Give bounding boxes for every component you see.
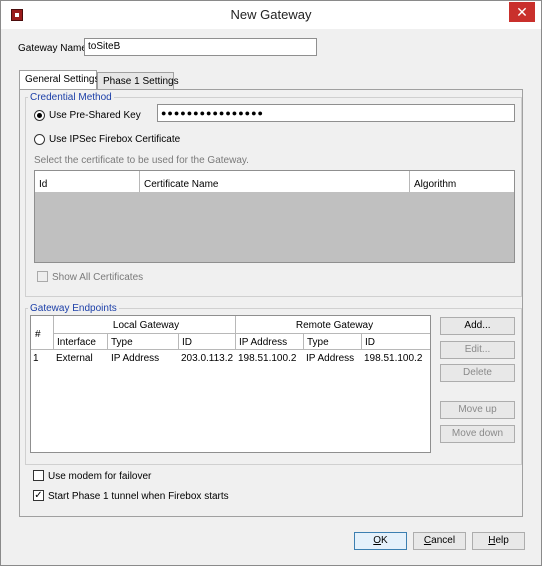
endpoints-table[interactable]: # Local Gateway Remote Gateway Interface…: [30, 315, 431, 453]
endpoint-col-remote-id[interactable]: ID: [361, 337, 375, 348]
credential-method-title: Credential Method: [28, 92, 114, 103]
move-down-button[interactable]: Move down: [440, 425, 515, 443]
add-endpoint-button[interactable]: Add...: [440, 317, 515, 335]
psk-label: Use Pre-Shared Key: [49, 110, 141, 121]
cert-table-empty-area: [35, 192, 514, 262]
window-title: New Gateway: [230, 7, 312, 22]
ok-button[interactable]: OK: [354, 532, 407, 550]
cancel-label-rest: ancel: [431, 535, 456, 546]
gateway-name-label: Gateway Name:: [18, 43, 90, 54]
close-button[interactable]: ✕: [509, 2, 535, 22]
psk-radio[interactable]: [34, 110, 45, 121]
endpoint-col-local-type[interactable]: Type: [107, 337, 133, 348]
local-gateway-header: Local Gateway: [112, 320, 180, 331]
row-num: 1: [33, 353, 39, 364]
certificate-table[interactable]: Id Certificate Name Algorithm: [34, 170, 515, 263]
header-divider: [53, 333, 430, 334]
start-phase1-label: Start Phase 1 tunnel when Firebox starts: [48, 491, 229, 502]
row-remote-ip: 198.51.100.2: [238, 353, 297, 364]
tab-general-settings[interactable]: General Settings: [19, 70, 100, 90]
psk-input[interactable]: ●●●●●●●●●●●●●●●●: [157, 104, 515, 122]
show-all-certs-checkbox[interactable]: [37, 271, 48, 282]
row-remote-id: 198.51.100.2: [364, 353, 423, 364]
move-up-button[interactable]: Move up: [440, 401, 515, 419]
endpoint-col-num: #: [35, 329, 41, 340]
remote-gateway-header: Remote Gateway: [295, 320, 374, 331]
row-remote-type: IP Address: [306, 353, 355, 364]
help-label-rest: elp: [495, 535, 509, 546]
show-all-certs-label: Show All Certificates: [52, 272, 144, 283]
cert-hint: Select the certificate to be used for th…: [34, 155, 249, 166]
modem-failover-label: Use modem for failover: [48, 471, 152, 482]
col-divider: [409, 171, 410, 192]
endpoint-col-remote-ip[interactable]: IP Address: [235, 337, 287, 348]
edit-endpoint-button[interactable]: Edit...: [440, 341, 515, 359]
col-divider: [139, 171, 140, 192]
tab-phase-1-settings[interactable]: Phase 1 Settings: [97, 72, 179, 90]
ok-mnemonic: O: [373, 535, 382, 546]
row-local-id: 203.0.113.2: [181, 353, 234, 364]
help-button[interactable]: Help: [472, 532, 525, 550]
title-bar: New Gateway ✕: [1, 1, 541, 29]
start-phase1-checkbox[interactable]: ✓: [33, 490, 44, 501]
row-interface: External: [56, 353, 93, 364]
cert-col-algorithm[interactable]: Algorithm: [410, 179, 456, 190]
endpoint-col-interface[interactable]: Interface: [53, 337, 96, 348]
new-gateway-dialog: New Gateway ✕ Gateway Name: toSiteB Gene…: [0, 0, 542, 566]
endpoint-col-local-id[interactable]: ID: [178, 337, 192, 348]
cert-radio[interactable]: [34, 134, 45, 145]
row-local-type: IP Address: [111, 353, 160, 364]
delete-endpoint-button[interactable]: Delete: [440, 364, 515, 382]
cert-col-id[interactable]: Id: [35, 179, 47, 190]
cancel-button[interactable]: Cancel: [413, 532, 466, 550]
gateway-endpoints-title: Gateway Endpoints: [28, 303, 119, 314]
endpoint-col-remote-type[interactable]: Type: [303, 337, 329, 348]
ok-label-rest: K: [381, 535, 388, 546]
cert-col-name[interactable]: Certificate Name: [140, 179, 218, 190]
table-row[interactable]: 1 External IP Address 203.0.113.2 198.51…: [31, 350, 430, 365]
modem-failover-checkbox[interactable]: [33, 470, 44, 481]
gateway-name-input[interactable]: toSiteB: [84, 38, 317, 56]
cert-label: Use IPSec Firebox Certificate: [49, 134, 181, 145]
